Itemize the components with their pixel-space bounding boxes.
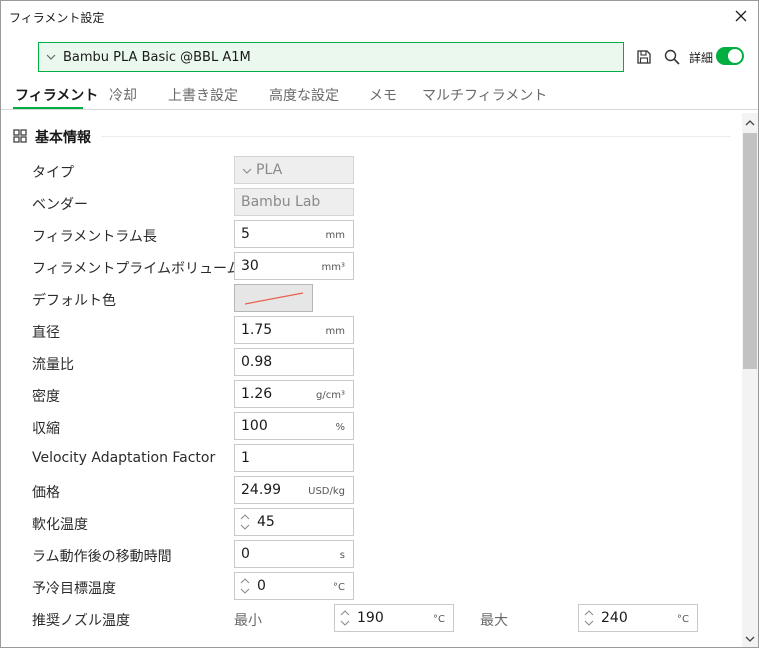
nozzle-temp-max-label: 最大 (480, 613, 508, 629)
tab-multi-filament[interactable]: マルチフィラメント (422, 85, 547, 105)
filament-settings-window: フィラメント設定 Bambu PLA Basic @BBL A1M 詳細 フィラ… (0, 0, 759, 648)
scrollbar-thumb[interactable] (743, 133, 757, 369)
velocity-factor-input[interactable]: 1 (234, 444, 354, 472)
preheat-temp-unit: °C (333, 582, 345, 593)
close-icon (735, 10, 747, 22)
spinner-arrows-icon[interactable] (584, 608, 594, 628)
travel-time-unit: s (339, 550, 345, 561)
diameter-value: 1.75 (241, 322, 273, 338)
density-label: 密度 (32, 389, 60, 405)
default-color-label: デフォルト色 (32, 293, 116, 309)
tab-advanced[interactable]: 高度な設定 (269, 85, 339, 105)
ram-length-unit: mm (325, 230, 345, 241)
nozzle-temp-min-value: 190 (357, 610, 384, 626)
title-bar: フィラメント設定 (1, 1, 758, 31)
type-value: PLA (256, 162, 283, 178)
save-button[interactable] (635, 48, 653, 66)
shrinkage-label: 収縮 (32, 421, 60, 437)
nozzle-temp-max-value: 240 (601, 610, 628, 626)
window-title: フィラメント設定 (9, 11, 105, 25)
density-value: 1.26 (241, 386, 273, 402)
vendor-value: Bambu Lab (241, 194, 321, 210)
diameter-input[interactable]: 1.75 mm (234, 316, 354, 344)
chevron-up-icon[interactable] (745, 119, 755, 127)
tab-cooling[interactable]: 冷却 (109, 85, 137, 105)
chevron-down-icon (242, 168, 252, 174)
tab-overrides[interactable]: 上書き設定 (168, 85, 238, 105)
shrinkage-value: 100 (241, 418, 268, 434)
spinner-arrows-icon[interactable] (340, 608, 350, 628)
tab-bar: フィラメント 冷却 上書き設定 高度な設定 メモ マルチフィラメント (1, 83, 758, 110)
ram-length-input[interactable]: 5 mm (234, 220, 354, 248)
settings-panel: 基本情報 タイプ PLA ベンダー Bambu Lab フィラメントラム長 5 … (1, 111, 742, 647)
tab-notes[interactable]: メモ (369, 85, 397, 105)
shrinkage-input[interactable]: 100 % (234, 412, 354, 440)
prime-volume-input[interactable]: 30 mm³ (234, 252, 354, 280)
softening-temp-label: 軟化温度 (32, 517, 88, 533)
default-color-button[interactable] (234, 284, 313, 312)
spinner-arrows-icon[interactable] (240, 576, 250, 596)
nozzle-temp-max-spinner[interactable]: 240 °C (578, 604, 698, 632)
ram-length-label: フィラメントラム長 (32, 229, 157, 245)
no-color-swatch-icon (244, 292, 304, 305)
vendor-field[interactable]: Bambu Lab (234, 188, 354, 216)
flow-ratio-value: 0.98 (241, 354, 273, 370)
prime-volume-label: フィラメントプライムボリューム (32, 261, 241, 277)
close-button[interactable] (730, 5, 752, 27)
diameter-unit: mm (325, 326, 345, 337)
advanced-mode-toggle[interactable] (716, 47, 744, 65)
section-divider (101, 136, 731, 137)
velocity-factor-label: Velocity Adaptation Factor (32, 450, 216, 466)
search-icon (664, 49, 680, 65)
nozzle-temp-max-unit: °C (677, 614, 689, 625)
advanced-mode-label: 詳細 (689, 51, 714, 65)
preheat-temp-spinner[interactable]: 0 °C (234, 572, 354, 600)
prime-volume-value: 30 (241, 258, 259, 274)
spinner-arrows-icon[interactable] (240, 512, 250, 532)
preheat-temp-label: 予冷目標温度 (32, 581, 116, 597)
preset-name: Bambu PLA Basic @BBL A1M (63, 50, 251, 65)
travel-time-label: ラム動作後の移動時間 (32, 549, 172, 565)
diameter-label: 直径 (32, 325, 60, 341)
vertical-scrollbar[interactable] (742, 113, 758, 647)
price-value: 24.99 (241, 482, 282, 498)
nozzle-temp-min-spinner[interactable]: 190 °C (334, 604, 454, 632)
search-button[interactable] (663, 48, 681, 66)
nozzle-temp-min-unit: °C (433, 614, 445, 625)
nozzle-temp-label: 推奨ノズル温度 (32, 613, 130, 629)
section-title: 基本情報 (35, 130, 91, 146)
density-input[interactable]: 1.26 g/cm³ (234, 380, 354, 408)
prime-volume-unit: mm³ (321, 262, 346, 273)
price-input[interactable]: 24.99 USD/kg (234, 476, 354, 504)
flow-ratio-label: 流量比 (32, 357, 74, 373)
chevron-down-icon[interactable] (745, 635, 755, 643)
nozzle-temp-min-label: 最小 (234, 613, 262, 629)
travel-time-value: 0 (241, 546, 250, 562)
shrinkage-unit: % (335, 422, 345, 433)
price-unit: USD/kg (308, 486, 345, 497)
vendor-label: ベンダー (32, 197, 88, 213)
toggle-knob (728, 49, 742, 63)
preheat-temp-value: 0 (257, 578, 266, 594)
tab-filament[interactable]: フィラメント (15, 85, 98, 105)
type-select[interactable]: PLA (234, 156, 354, 184)
active-tab-indicator (13, 107, 83, 109)
type-label: タイプ (32, 165, 74, 181)
ram-length-value: 5 (241, 226, 250, 242)
softening-temp-spinner[interactable]: 45 (234, 508, 354, 536)
velocity-factor-value: 1 (241, 450, 250, 466)
preset-dropdown[interactable]: Bambu PLA Basic @BBL A1M (38, 42, 624, 72)
price-label: 価格 (32, 485, 60, 501)
density-unit: g/cm³ (316, 390, 345, 401)
save-icon (637, 50, 651, 64)
grid-icon (13, 129, 27, 143)
softening-temp-value: 45 (257, 514, 275, 530)
travel-time-input[interactable]: 0 s (234, 540, 354, 568)
flow-ratio-input[interactable]: 0.98 (234, 348, 354, 376)
chevron-down-icon (46, 54, 56, 60)
